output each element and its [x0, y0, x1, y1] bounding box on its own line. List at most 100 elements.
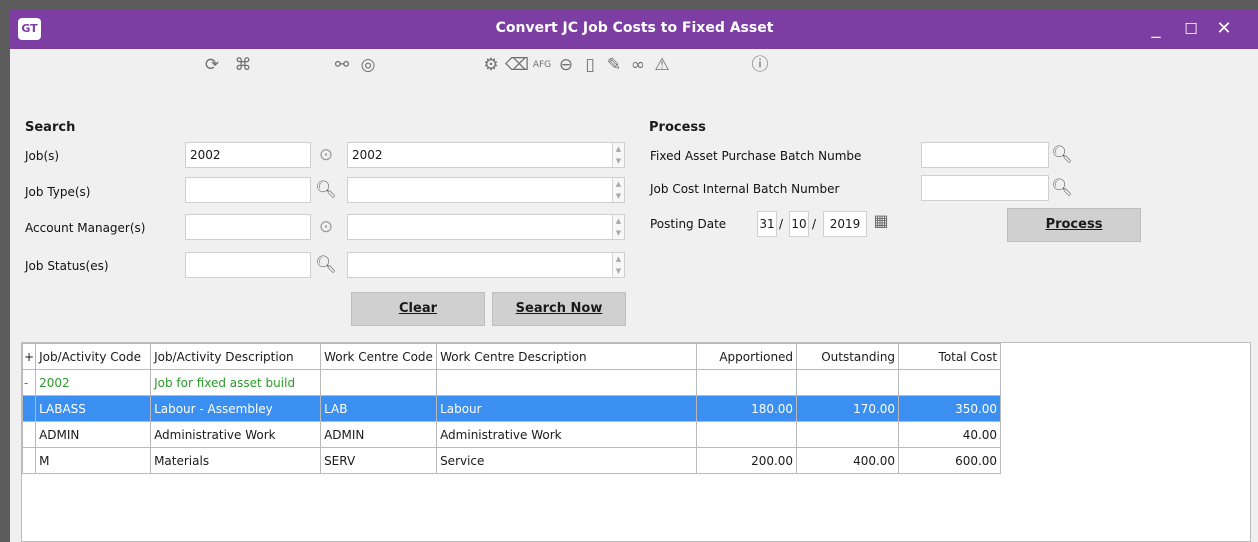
job-label: Job(s) [25, 149, 60, 163]
date-separator: / [812, 217, 817, 231]
binoculars-icon[interactable]: ⚯ [330, 53, 354, 77]
window-title: Convert JC Job Costs to Fixed Asset [495, 20, 774, 36]
job-from-input[interactable]: 2002 [185, 142, 311, 168]
row-collapse-toggle[interactable]: - [21, 369, 37, 396]
date-separator: / [779, 217, 784, 231]
cell-wc-description: Service [436, 447, 698, 474]
cell-outstanding: 400.00 [796, 447, 900, 474]
attachment-icon[interactable]: ✎ [603, 53, 625, 77]
cell-job-description: Administrative Work [150, 421, 322, 448]
search-section-title: Search [25, 120, 76, 135]
posting-date-label: Posting Date [650, 217, 727, 231]
cell-job-description: Job for fixed asset build [150, 369, 322, 396]
settings-icon[interactable]: ⚙ [480, 53, 502, 77]
cell-outstanding [796, 369, 900, 396]
cell-total-cost [898, 369, 1002, 396]
cell-job-code: LABASS [35, 395, 152, 422]
cell-wc-code [320, 369, 438, 396]
fa-batch-search-icon[interactable]: 🔍︎ [1051, 145, 1073, 165]
cell-apportioned: 200.00 [696, 447, 798, 474]
cell-wc-description [436, 369, 698, 396]
cell-total-cost: 600.00 [898, 447, 1002, 474]
account-manager-from-input[interactable] [185, 214, 311, 240]
col-header-total-cost[interactable]: Total Cost [898, 343, 1002, 370]
job-type-to-spinner[interactable]: ▲ ▼ [612, 178, 624, 202]
col-header-job-description[interactable]: Job/Activity Description [150, 343, 322, 370]
cell-total-cost: 350.00 [898, 395, 1002, 422]
fa-batch-input[interactable] [921, 142, 1049, 168]
jc-batch-search-icon[interactable]: 🔍︎ [1051, 178, 1073, 198]
account-manager-label: Account Manager(s) [25, 221, 146, 235]
results-table: + Job/Activity Code Job/Activity Descrip… [21, 343, 1002, 474]
search-now-button[interactable]: Search Now [492, 292, 626, 326]
title-bar: GT Convert JC Job Costs to Fixed Asset _… [10, 9, 1258, 49]
afg-icon[interactable]: AFG [529, 53, 555, 77]
process-button-label: Process [1045, 217, 1103, 232]
posting-month-field[interactable]: 10 [789, 211, 809, 237]
tag-icon[interactable]: ⌫ [505, 53, 529, 77]
job-status-to-input[interactable] [347, 252, 625, 278]
job-type-to-input[interactable] [347, 177, 625, 203]
process-section-title: Process [649, 120, 706, 135]
row-marker [21, 447, 37, 474]
job-to-input[interactable]: 2002 [347, 142, 625, 168]
col-header-apportioned[interactable]: Apportioned [696, 343, 798, 370]
cell-outstanding [796, 421, 900, 448]
calendar-icon[interactable]: ▦ [870, 211, 892, 231]
account-manager-lookup-icon[interactable]: ⊙ [315, 217, 337, 237]
cell-wc-code: ADMIN [320, 421, 438, 448]
minimize-button[interactable]: _ [1141, 15, 1171, 43]
cell-job-description: Materials [150, 447, 322, 474]
row-marker [21, 395, 37, 422]
jc-batch-input[interactable] [921, 175, 1049, 201]
back-arrow-icon[interactable]: ⊖ [555, 53, 577, 77]
close-button[interactable]: ✕ [1209, 15, 1239, 43]
job-lookup-icon[interactable]: ⊙ [315, 145, 337, 165]
header-row: + Job/Activity Code Job/Activity Descrip… [21, 343, 1002, 370]
expand-header[interactable]: + [21, 343, 37, 370]
account-manager-to-input[interactable] [347, 214, 625, 240]
cell-wc-description: Labour [436, 395, 698, 422]
cell-job-description: Labour - Assembley [150, 395, 322, 422]
col-header-outstanding[interactable]: Outstanding [796, 343, 900, 370]
main-window: GT Convert JC Job Costs to Fixed Asset _… [9, 9, 1258, 542]
hierarchy-icon[interactable]: ⌘ [231, 53, 255, 77]
table-row[interactable]: M Materials SERV Service 200.00 400.00 6… [21, 447, 1002, 474]
job-type-from-input[interactable] [185, 177, 311, 203]
col-header-wc-code[interactable]: Work Centre Code [320, 343, 438, 370]
notes-icon[interactable]: ▯ [579, 53, 601, 77]
alert-icon[interactable]: ⚠ [651, 53, 673, 77]
refresh-icon[interactable]: ⟳ [200, 53, 224, 77]
col-header-job-code[interactable]: Job/Activity Code [35, 343, 152, 370]
table-row-selected[interactable]: LABASS Labour - Assembley LAB Labour 180… [21, 395, 1002, 422]
job-status-to-spinner[interactable]: ▲ ▼ [612, 253, 624, 277]
table-row[interactable]: - 2002 Job for fixed asset build [21, 369, 1002, 396]
fa-batch-label: Fixed Asset Purchase Batch Numbe [650, 149, 862, 163]
job-to-spinner[interactable]: ▲ ▼ [612, 143, 624, 167]
cell-apportioned: 180.00 [696, 395, 798, 422]
help-icon[interactable]: ⓘ [748, 53, 772, 77]
results-grid[interactable]: + Job/Activity Code Job/Activity Descrip… [21, 342, 1251, 542]
account-manager-to-spinner[interactable]: ▲ ▼ [612, 215, 624, 239]
cell-apportioned [696, 369, 798, 396]
row-marker [21, 421, 37, 448]
compass-icon[interactable]: ◎ [356, 53, 380, 77]
clear-button[interactable]: Clear [351, 292, 485, 326]
search-now-button-label: Search Now [515, 301, 603, 316]
job-type-search-icon[interactable]: 🔍︎ [315, 180, 337, 200]
table-row[interactable]: ADMIN Administrative Work ADMIN Administ… [21, 421, 1002, 448]
process-button[interactable]: Process [1007, 208, 1141, 242]
posting-day-field[interactable]: 31 [757, 211, 777, 237]
col-header-wc-description[interactable]: Work Centre Description [436, 343, 698, 370]
posting-year-field[interactable]: 2019 [823, 211, 867, 237]
maximize-button[interactable]: ☐ [1176, 15, 1206, 43]
link-icon[interactable]: ∞ [627, 53, 649, 77]
cell-job-code: 2002 [35, 369, 152, 396]
cell-job-code: M [35, 447, 152, 474]
cell-job-code: ADMIN [35, 421, 152, 448]
job-status-search-icon[interactable]: 🔍︎ [315, 255, 337, 275]
cell-apportioned [696, 421, 798, 448]
cell-wc-code: SERV [320, 447, 438, 474]
job-type-label: Job Type(s) [25, 185, 91, 199]
job-status-from-input[interactable] [185, 252, 311, 278]
